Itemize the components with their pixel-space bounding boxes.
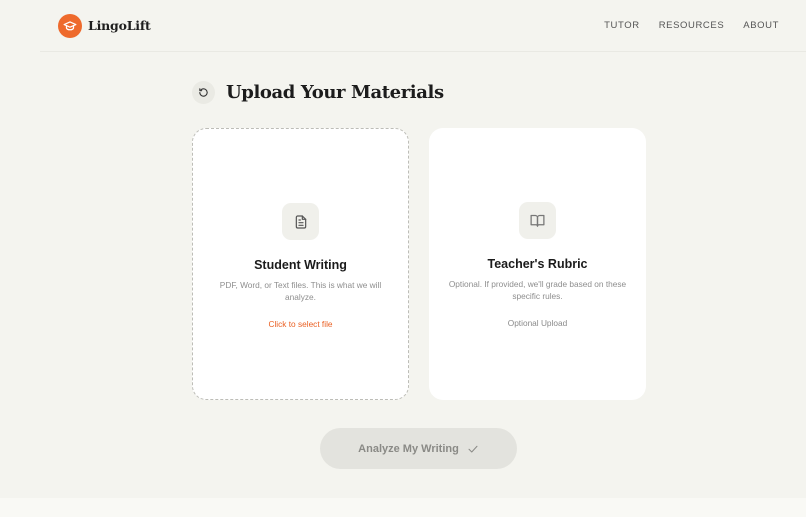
select-file-link[interactable]: Click to select file xyxy=(268,319,332,329)
check-icon xyxy=(468,445,478,452)
card-description: Optional. If provided, we'll grade based… xyxy=(448,279,627,301)
card-title: Student Writing xyxy=(254,258,347,272)
brand[interactable]: LingoLift xyxy=(58,13,151,38)
optional-upload-label[interactable]: Optional Upload xyxy=(508,318,568,328)
analyze-button[interactable]: Analyze My Writing xyxy=(320,428,517,469)
brand-name: LingoLift xyxy=(88,18,151,33)
analyze-button-label: Analyze My Writing xyxy=(358,442,459,455)
card-title: Teacher's Rubric xyxy=(487,257,588,271)
refresh-icon xyxy=(199,88,208,97)
graduation-cap-icon xyxy=(58,13,82,38)
title-row: Upload Your Materials xyxy=(192,81,444,104)
card-description: PDF, Word, or Text files. This is what w… xyxy=(219,280,382,302)
nav-resources[interactable]: RESOURCES xyxy=(659,20,725,31)
nav-about[interactable]: ABOUT xyxy=(743,20,779,31)
main-nav: TUTOR RESOURCES ABOUT xyxy=(604,20,779,31)
document-icon xyxy=(282,203,319,240)
teacher-rubric-upload[interactable]: Teacher's Rubric Optional. If provided, … xyxy=(429,128,646,400)
reset-button[interactable] xyxy=(192,81,215,104)
book-icon xyxy=(519,202,556,239)
top-nav: LingoLift TUTOR RESOURCES ABOUT xyxy=(40,0,806,52)
page-title: Upload Your Materials xyxy=(226,82,444,103)
student-writing-upload[interactable]: Student Writing PDF, Word, or Text files… xyxy=(192,128,409,400)
footer xyxy=(0,498,806,517)
nav-tutor[interactable]: TUTOR xyxy=(604,20,640,31)
